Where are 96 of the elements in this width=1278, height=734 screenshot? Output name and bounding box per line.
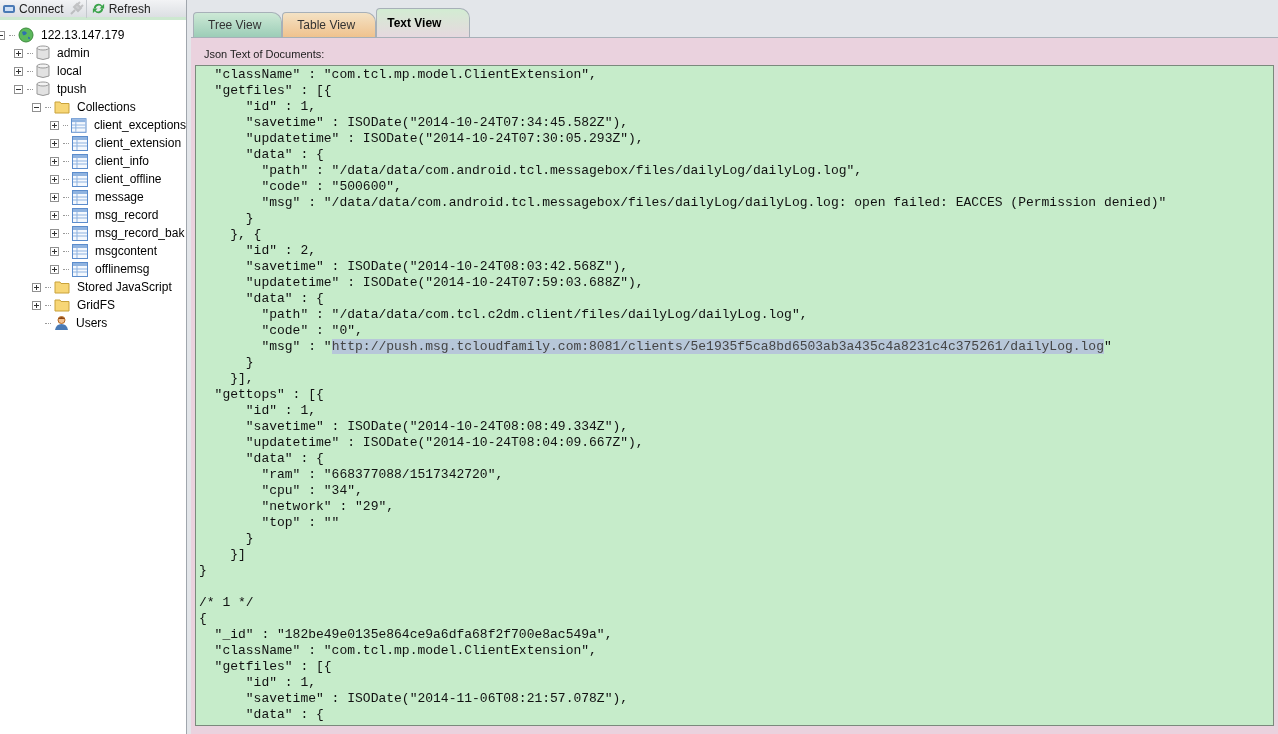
expand-toggle[interactable] xyxy=(50,246,59,256)
code-line: "id" : 1, xyxy=(244,675,317,691)
table-icon xyxy=(72,171,88,187)
code-line: "code" : "0", xyxy=(260,323,363,339)
code-line: "className" : "com.tcl.mp.model.ClientExtension", xyxy=(213,643,597,659)
code-line: { xyxy=(199,611,207,627)
tree-item[interactable]: client_extension xyxy=(91,134,182,152)
collapse-toggle[interactable] xyxy=(14,84,23,94)
folder-icon xyxy=(54,298,70,312)
expand-toggle[interactable] xyxy=(14,48,23,58)
refresh-icon xyxy=(90,1,106,16)
expand-toggle[interactable] xyxy=(50,156,59,166)
code-line: "path" : "/data/data/com.tcl.c2dm.client/files/dailyLog/dailyLog.log", xyxy=(260,307,808,323)
code-line: "data" : { xyxy=(244,707,324,723)
tree-item[interactable]: Users xyxy=(72,314,108,332)
code-line: } xyxy=(244,211,254,227)
database-icon xyxy=(36,63,50,79)
view-tab[interactable]: Table View xyxy=(282,12,377,37)
tree-item[interactable]: client_info xyxy=(91,152,150,170)
tree-item[interactable]: msgcontent xyxy=(91,242,158,260)
folder-icon xyxy=(54,100,70,114)
expand-toggle[interactable] xyxy=(32,300,41,310)
tree-item[interactable]: client_offline xyxy=(91,170,162,188)
code-line: "savetime" : ISODate("2014-10-24T08:03:42.568Z"), xyxy=(244,259,629,275)
code-line: } xyxy=(244,531,254,547)
user-icon xyxy=(54,315,69,331)
expand-toggle[interactable] xyxy=(50,228,59,238)
code-line: }] xyxy=(229,547,246,563)
expand-toggle[interactable] xyxy=(32,282,41,292)
code-line: "gettops" : [{ xyxy=(213,387,324,403)
code-line: "path" : "/data/data/com.android.tcl.messagebox/files/dailyLog/dailyLog.log", xyxy=(260,163,863,179)
code-line: "code" : "500600", xyxy=(260,179,402,195)
connect-button[interactable]: Connect xyxy=(0,0,66,18)
code-line: "id" : 1, xyxy=(244,403,317,419)
view-tab[interactable]: Text View xyxy=(376,8,471,37)
code-line: "updatetime" : ISODate("2014-10-24T07:30:05.293Z"), xyxy=(244,131,644,147)
expand-toggle[interactable] xyxy=(50,192,59,202)
tree-item[interactable]: message xyxy=(91,188,144,206)
expand-toggle[interactable] xyxy=(50,138,59,148)
code-line: "savetime" : ISODate("2014-10-24T07:34:45.582Z"), xyxy=(244,115,629,131)
table-icon xyxy=(71,117,87,133)
code-line: "savetime" : ISODate("2014-10-24T08:08:49.334Z"), xyxy=(244,419,629,435)
table-icon xyxy=(72,207,88,223)
tree-item[interactable]: tpush xyxy=(53,80,87,98)
code-line: "top" : "" xyxy=(260,515,340,531)
view-tab[interactable]: Tree View xyxy=(193,12,283,37)
code-line: "ram" : "668377088/1517342720", xyxy=(260,467,504,483)
globe-icon xyxy=(18,27,34,43)
code-line: "updatetime" : ISODate("2014-10-24T07:59:03.688Z"), xyxy=(244,275,644,291)
code-line: "id" : 1, xyxy=(244,99,317,115)
table-icon xyxy=(72,189,88,205)
folder-icon xyxy=(54,280,70,294)
tree-item[interactable]: Collections xyxy=(73,98,136,116)
collapse-toggle[interactable] xyxy=(32,102,41,112)
database-icon xyxy=(36,45,50,61)
code-line: "msg" : "/data/data/com.android.tcl.messagebox/files/dailyLog/dailyLog.log: open failed: EACCES (Permission denied)" xyxy=(260,195,1167,211)
code-line: "data" : { xyxy=(244,291,324,307)
table-icon xyxy=(72,135,88,151)
expand-toggle[interactable] xyxy=(50,210,59,220)
tree-item[interactable]: GridFS xyxy=(73,296,115,314)
expand-toggle[interactable] xyxy=(50,174,59,184)
code-line: "network" : "29", xyxy=(260,499,395,515)
code-line: /* 1 */ xyxy=(199,595,254,611)
code-line: "savetime" : ISODate("2014-11-06T08:21:57.078Z"), xyxy=(244,691,629,707)
code-line: "getfiles" : [{ xyxy=(213,659,332,675)
expand-toggle[interactable] xyxy=(49,120,59,130)
database-icon xyxy=(36,81,50,97)
panel-label: Json Text of Documents: xyxy=(203,47,326,62)
code-line: }], xyxy=(229,371,254,387)
tree-item[interactable]: msg_record_bak xyxy=(91,224,185,242)
tree-item[interactable]: admin xyxy=(53,44,90,62)
code-line: "_id" : "182be49e0135e864ce9a6dfa68f2f700e8ac549a", xyxy=(213,627,613,643)
code-line: "cpu" : "34", xyxy=(260,483,363,499)
table-icon xyxy=(72,243,88,259)
tree-item[interactable]: 122.13.147.179 xyxy=(37,26,125,44)
code-line: "data" : { xyxy=(244,147,324,163)
refresh-button[interactable]: Refresh xyxy=(85,0,153,18)
tree-item[interactable]: offlinemsg xyxy=(91,260,150,278)
table-icon xyxy=(72,261,88,277)
tree-item[interactable]: msg_record xyxy=(91,206,159,224)
tree-item[interactable]: client_exceptions xyxy=(89,116,186,134)
code-line: "msg" : "http://push.msg.tcloudfamily.com:8081/clients/5e1935f5ca8bd6503ab3a435c4a8231c4c375261/dailyLog.log" xyxy=(260,339,1112,355)
code-line: "data" : { xyxy=(244,451,324,467)
code-line: "className" : "com.tcl.mp.model.ClientExtension", xyxy=(213,67,597,83)
expand-toggle[interactable] xyxy=(50,264,59,274)
code-line: } xyxy=(199,563,207,579)
code-line: } xyxy=(244,355,254,371)
table-icon xyxy=(72,225,88,241)
expand-toggle[interactable] xyxy=(14,66,23,76)
table-icon xyxy=(72,153,88,169)
tree-item[interactable]: Stored JavaScript xyxy=(73,278,172,296)
code-line: "updatetime" : ISODate("2014-10-24T08:04:09.667Z"), xyxy=(244,435,644,451)
code-line: }, { xyxy=(229,227,262,243)
code-line: "getfiles" : [{ xyxy=(213,83,332,99)
tree-item[interactable]: local xyxy=(53,62,82,80)
code-line: "id" : 2, xyxy=(244,243,317,259)
